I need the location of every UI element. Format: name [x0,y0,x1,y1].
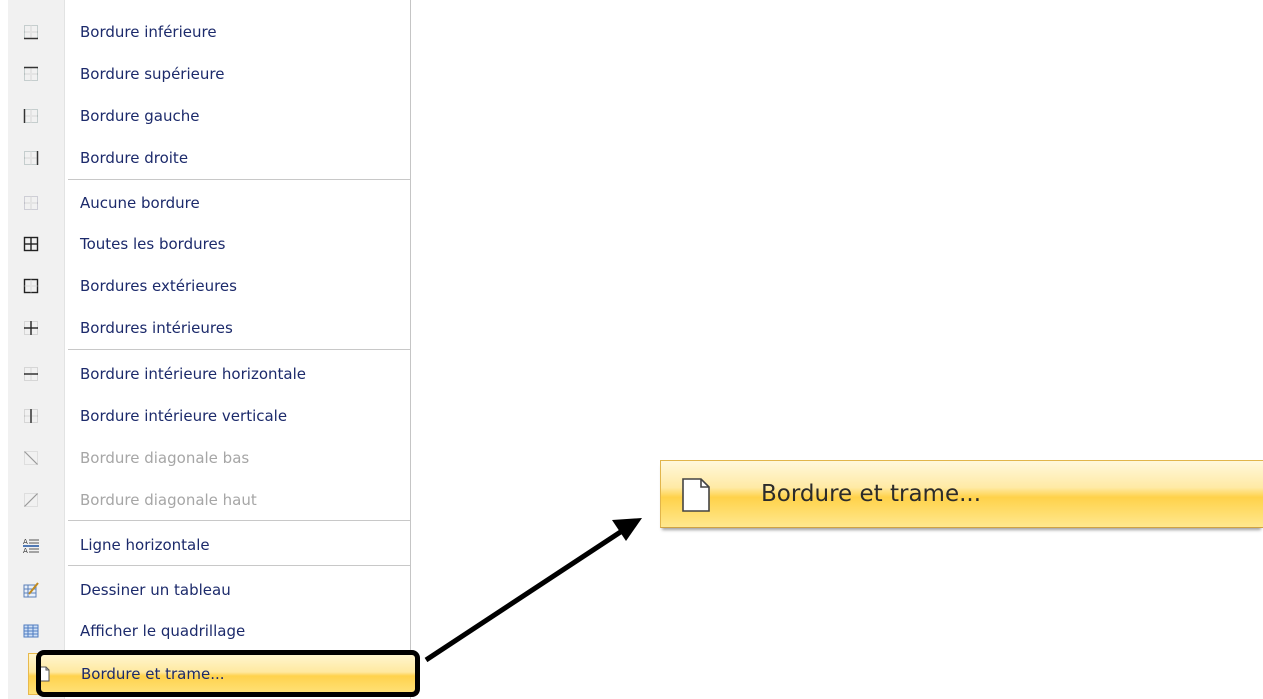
zoomed-menu-item-label: Bordure et trame... [761,481,982,507]
page-icon [682,478,710,512]
zoomed-menu-item-bordure-et-trame[interactable]: Bordure et trame... [660,460,1263,528]
callout-arrow [424,518,642,663]
